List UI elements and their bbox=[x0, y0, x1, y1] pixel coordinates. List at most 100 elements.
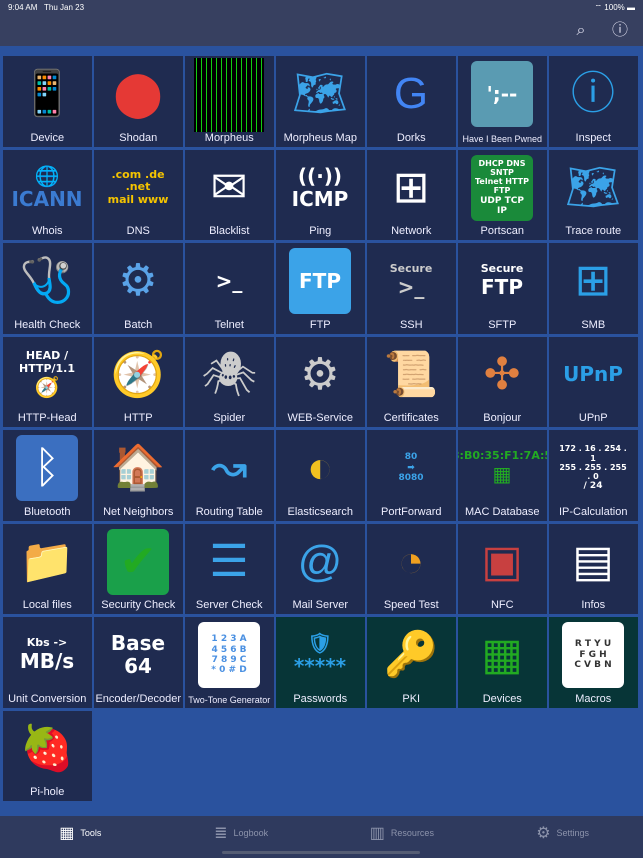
tab-logbook[interactable]: ≣ Logbook bbox=[161, 816, 322, 850]
status-bar: 9:04 AM Thu Jan 23 ⌔ 100% ▬ bbox=[0, 0, 643, 16]
icon-text: ***** bbox=[293, 654, 347, 678]
tab-settings[interactable]: ⚙ Settings bbox=[482, 816, 643, 850]
tile-pki[interactable]: 🔑 PKI bbox=[367, 617, 456, 708]
tile-http-head[interactable]: HEAD / HTTP/1.1 🧭 HTTP-Head bbox=[3, 336, 92, 427]
tile-label: Batch bbox=[124, 318, 153, 331]
tile-certificates[interactable]: 📜 Certificates bbox=[367, 336, 456, 427]
envelope-forbidden-icon: ✉ bbox=[194, 155, 264, 221]
shodan-icon: ⬤ bbox=[103, 61, 173, 127]
compass-gears-icon: ⚙ bbox=[285, 342, 355, 408]
tile-ssh[interactable]: Secure >_ SSH bbox=[367, 243, 456, 334]
tile-morpheus-map[interactable]: 🗺 Morpheus Map bbox=[276, 56, 365, 147]
icon-glyph: ◐ bbox=[306, 443, 334, 492]
port-stack-icon: DHCP DNS SNTP Telnet HTTP FTP UDP TCP IP bbox=[471, 154, 533, 221]
tile-label: Routing Table bbox=[195, 505, 263, 518]
tile-health-check[interactable]: 🩺 Health Check bbox=[3, 243, 92, 334]
icon-text: Secure bbox=[389, 262, 433, 276]
tile-whois[interactable]: 🌐 ICANN Whois bbox=[3, 149, 92, 240]
icon-text: / 24 bbox=[583, 481, 603, 492]
tile-device[interactable]: 📱 Device bbox=[3, 56, 92, 147]
tile-nfc[interactable]: ▣ NFC bbox=[458, 523, 547, 614]
tile-label: Whois bbox=[31, 225, 63, 237]
tile-web-service[interactable]: ⚙ WEB-Service bbox=[276, 336, 365, 427]
tile-label: FTP bbox=[309, 318, 331, 331]
tile-telnet[interactable]: >_ Telnet bbox=[185, 243, 274, 334]
tile-label: Passwords bbox=[293, 692, 348, 705]
tile-ip-calculation[interactable]: 172 . 16 . 254 . 1 255 . 255 . 255 . 0/ 2… bbox=[549, 430, 638, 521]
tile-bluetooth[interactable]: ᛒ Bluetooth bbox=[3, 430, 92, 521]
icon-glyph: 🧭 bbox=[110, 349, 166, 399]
tile-label: Macros bbox=[575, 692, 612, 705]
gear-stack-icon: ⚙ bbox=[103, 248, 173, 314]
tile-server-check[interactable]: ☰ Server Check bbox=[185, 523, 274, 614]
tile-trace-route[interactable]: 🗺 Trace route bbox=[549, 149, 638, 240]
tile-label: Server Check bbox=[195, 599, 263, 611]
tile-encoder-decoder[interactable]: Base 64 Encoder/Decoder bbox=[94, 617, 183, 708]
icon-glyph: ▤ bbox=[572, 536, 614, 586]
info-table-icon: ▤ bbox=[558, 529, 628, 595]
tile-portforward[interactable]: 80 ➡ 8080 PortForward bbox=[367, 430, 456, 521]
tile-label: Ping bbox=[309, 225, 332, 237]
tile-label: Elasticsearch bbox=[287, 505, 353, 518]
database-icon: ≣ bbox=[214, 825, 228, 842]
icon-text: 7 8 9 C bbox=[211, 655, 247, 665]
tile-pi-hole[interactable]: 🍓 Pi-hole bbox=[3, 710, 92, 801]
tile-net-neighbors[interactable]: 🏠 Net Neighbors bbox=[94, 430, 183, 521]
tile-http[interactable]: 🧭 HTTP bbox=[94, 336, 183, 427]
tile-upnp[interactable]: UPnP UPnP bbox=[549, 336, 638, 427]
tile-inspect[interactable]: ⓘ Inspect bbox=[549, 56, 638, 147]
tile-label: PortForward bbox=[380, 505, 442, 518]
world-map-icon: 🗺 bbox=[285, 61, 355, 127]
tile-have-i-been-pwned[interactable]: ';-- Have I Been Pwned bbox=[458, 56, 547, 147]
icon-glyph: ✔ bbox=[119, 536, 157, 586]
tile-label: Health Check bbox=[14, 318, 81, 331]
icon-glyph: ⊞ bbox=[392, 162, 430, 212]
tile-passwords[interactable]: 🛡 ***** Passwords bbox=[276, 617, 365, 708]
info-icon[interactable]: ⓘ bbox=[610, 21, 630, 41]
secure-terminal-icon: Secure >_ bbox=[376, 248, 446, 314]
tile-routing-table[interactable]: ↝ Routing Table bbox=[185, 430, 274, 521]
tile-local-files[interactable]: 📁 Local files bbox=[3, 523, 92, 614]
icon-text: ICANN bbox=[11, 186, 83, 211]
tile-sftp[interactable]: Secure FTP SFTP bbox=[458, 243, 547, 334]
tile-label: Two-Tone Generator bbox=[188, 694, 271, 705]
tile-ftp[interactable]: FTP FTP bbox=[276, 243, 365, 334]
tile-shodan[interactable]: ⬤ Shodan bbox=[94, 56, 183, 147]
search-icon[interactable]: ⌕ bbox=[571, 21, 591, 41]
tile-label: NFC bbox=[490, 599, 514, 611]
icon-glyph: ⚙ bbox=[300, 349, 340, 399]
tile-bonjour[interactable]: ✣ Bonjour bbox=[458, 336, 547, 427]
tile-spider[interactable]: 🕷 Spider bbox=[185, 336, 274, 427]
icon-text: mail www bbox=[107, 192, 169, 206]
tile-morpheus[interactable]: Morpheus bbox=[185, 56, 274, 147]
tile-dorks[interactable]: G Dorks bbox=[367, 56, 456, 147]
tab-tools[interactable]: ▦ Tools bbox=[0, 816, 161, 850]
tab-resources[interactable]: ▥ Resources bbox=[322, 816, 483, 850]
tile-mail-server[interactable]: @ Mail Server bbox=[276, 523, 365, 614]
grid-icon: ▦ bbox=[59, 825, 75, 842]
google-g-icon: G bbox=[376, 61, 446, 127]
tile-ping[interactable]: ((·)) ICMP Ping bbox=[276, 149, 365, 240]
tile-label: Have I Been Pwned bbox=[462, 133, 543, 144]
tile-macros[interactable]: R T Y UF G HC V B N Macros bbox=[549, 617, 638, 708]
tile-smb[interactable]: ⊞ SMB bbox=[549, 243, 638, 334]
tile-portscan[interactable]: DHCP DNS SNTP Telnet HTTP FTP UDP TCP IP Por… bbox=[458, 149, 547, 240]
tile-blacklist[interactable]: ✉ Blacklist bbox=[185, 149, 274, 240]
tile-infos[interactable]: ▤ Infos bbox=[549, 523, 638, 614]
tile-label: Morpheus Map bbox=[283, 131, 357, 144]
tile-unit-conversion[interactable]: Kbs -> MB/s Unit Conversion bbox=[3, 617, 92, 708]
tile-two-tone-generator[interactable]: 1 2 3 A4 5 6 B7 8 9 C * 0 # D Two-Tone Gen… bbox=[185, 617, 274, 708]
terminal-icon: >_ bbox=[194, 248, 264, 314]
tile-devices[interactable]: ▦ Devices bbox=[458, 617, 547, 708]
tile-dns[interactable]: .com .de .net mail www DNS bbox=[94, 149, 183, 240]
tile-network[interactable]: ⊞ Network bbox=[367, 149, 456, 240]
icon-text: 1 2 3 A bbox=[211, 634, 247, 645]
tile-speed-test[interactable]: ◔ Speed Test bbox=[367, 523, 456, 614]
tile-label: SFTP bbox=[488, 318, 517, 331]
windows-logo-icon: ⊞ bbox=[558, 248, 628, 314]
tile-batch[interactable]: ⚙ Batch bbox=[94, 243, 183, 334]
tile-mac-database[interactable]: 58:B0:35:F1:7A:55▦ MAC Database bbox=[458, 430, 547, 521]
tile-security-check[interactable]: ✔ Security Check bbox=[94, 523, 183, 614]
elasticsearch-logo-icon: ◐ bbox=[285, 435, 355, 501]
tile-elasticsearch[interactable]: ◐ Elasticsearch bbox=[276, 430, 365, 521]
